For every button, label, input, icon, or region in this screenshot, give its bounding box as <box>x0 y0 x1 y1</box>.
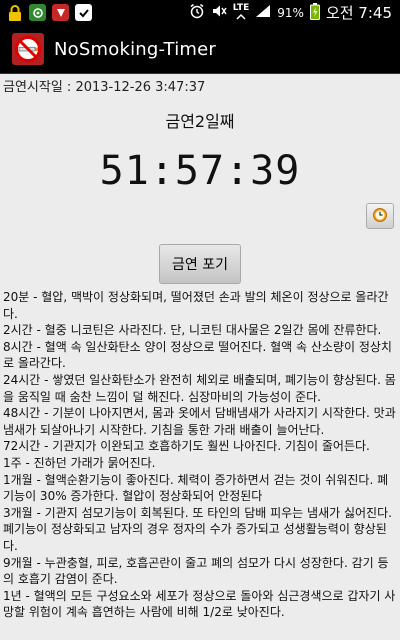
no-smoking-icon <box>12 33 44 65</box>
system-icons: LTE 91% 오전 7:45 <box>189 2 400 23</box>
alarm-icon <box>189 3 205 22</box>
wifi-icon: LTE <box>232 3 250 21</box>
signal-icon <box>255 4 271 21</box>
quit-day-count: 금연2일째 <box>165 112 235 131</box>
lock-icon <box>6 4 23 21</box>
quit-start-date: 금연시작일 : 2013-12-26 3:47:37 <box>3 80 206 95</box>
milestone-item: 2시간 - 혈중 니코틴은 사라진다. 단, 니코틴 대사물은 2일간 몸에 잔… <box>3 323 382 338</box>
clock-icon <box>372 207 388 226</box>
app-title: NoSmoking-Timer <box>54 38 217 60</box>
milestone-item: 72시간 - 기관지가 이완되고 호흡하기도 훨씬 나아진다. 기침이 줄어든다… <box>3 439 370 454</box>
milestone-item: 24시간 - 쌓였던 일산화탄소가 완전히 체외로 배출되며, 폐기능이 향상된… <box>3 372 396 404</box>
milestone-item: 1년 - 혈액의 모든 구성요소와 세포가 정상으로 돌아와 심근경색으로 갑자… <box>3 588 396 620</box>
battery-icon <box>309 2 320 23</box>
status-clock: 오전 7:45 <box>325 4 392 22</box>
battery-percent: 91% <box>277 5 304 20</box>
check-icon <box>75 4 92 21</box>
mute-icon <box>211 3 227 22</box>
action-bar: NoSmoking-Timer <box>0 25 400 74</box>
milestone-item: 1개월 - 혈액순환기능이 좋아진다. 체력이 증가하면서 걷는 것이 쉬워진다… <box>3 472 389 504</box>
elapsed-timer: 51:57:39 <box>99 148 301 194</box>
status-bar: LTE 91% 오전 7:45 <box>0 0 400 25</box>
milestone-item: 1주 - 진하던 가래가 묽어진다. <box>3 455 156 470</box>
milestone-item: 3개월 - 기관지 섬모기능이 회복된다. 또 타인의 담배 피우는 냄새가 싫… <box>3 505 392 553</box>
milestone-item: 20분 - 혈압, 맥박이 정상화되며, 떨어졌던 손과 발의 체온이 정상으로… <box>3 290 389 321</box>
health-milestones-list: 20분 - 혈압, 맥박이 정상화되며, 떨어졌던 손과 발의 체온이 정상으로… <box>3 289 397 621</box>
network-type: LTE <box>232 3 250 13</box>
notification-icons <box>0 4 92 21</box>
notification-icon <box>52 4 69 21</box>
milestone-item: 8시간 - 혈액 속 일산화탄소 양이 정상으로 떨어진다. 혈액 속 산소량이… <box>3 339 392 371</box>
milestone-item: 48시간 - 기분이 나아지면서, 몸과 옷에서 담배냄새가 사라지기 시작한다… <box>3 406 396 437</box>
set-time-button[interactable] <box>366 203 394 229</box>
give-up-button[interactable]: 금연 포기 <box>159 244 241 284</box>
shield-icon <box>29 4 46 21</box>
milestone-item: 9개월 - 누관충혈, 피로, 호흡곤란이 줄고 폐의 섬모가 다시 성장한다.… <box>3 555 389 587</box>
